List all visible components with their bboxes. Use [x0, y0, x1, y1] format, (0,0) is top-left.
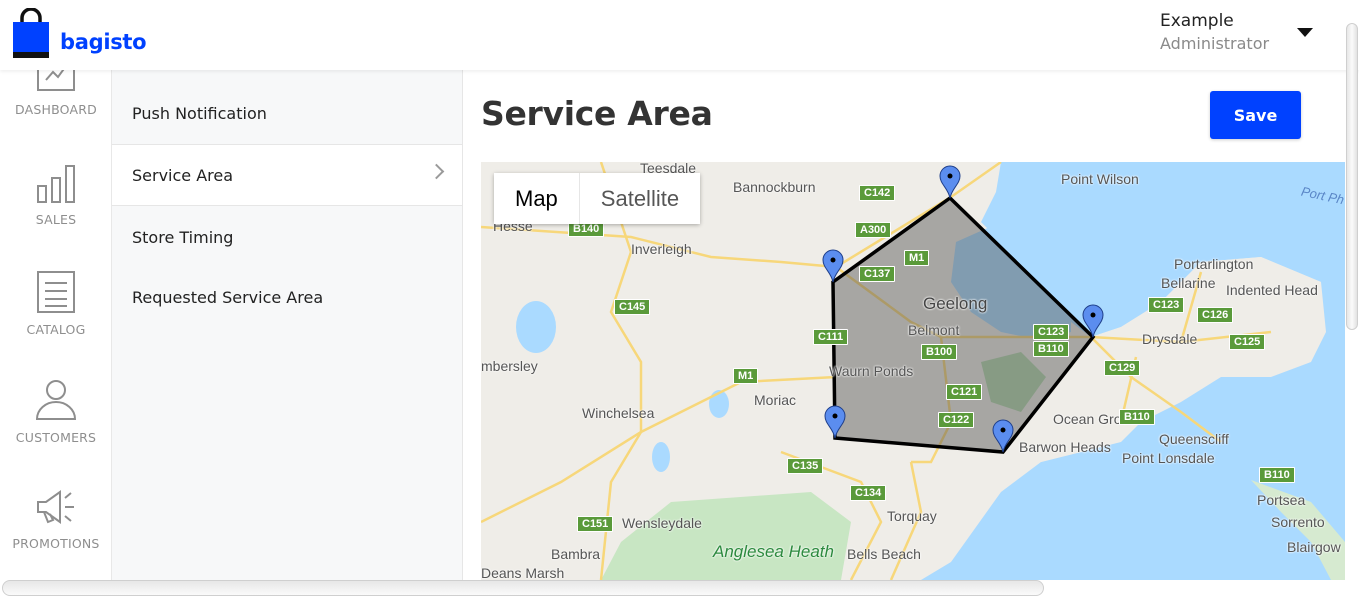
road-shield: C134 [850, 485, 887, 501]
road-shield: B100 [921, 344, 958, 360]
road-shield: B110 [1033, 341, 1069, 357]
anglesea-park [601, 492, 851, 580]
road-shield: C129 [1104, 360, 1141, 376]
road-shield: C125 [1229, 334, 1266, 350]
nav-item-catalog[interactable]: CATALOG [0, 270, 111, 337]
place-label: Deans Marsh [481, 565, 565, 580]
road-shield: A300 [855, 222, 892, 238]
road-shield: C126 [1197, 307, 1234, 323]
subnav-label: Push Notification [132, 103, 267, 123]
road-shield: C122 [938, 412, 975, 428]
user-name: Example [1160, 11, 1234, 31]
road-shield: C145 [614, 299, 651, 315]
place-label: Belmont [908, 322, 960, 338]
road-shield: C135 [787, 458, 824, 474]
place-label: Bannockburn [733, 179, 816, 195]
road-shield: M1 [733, 368, 759, 384]
place-label: Anglesea Heath [713, 542, 834, 561]
top-bar: bagisto Example Administrator [0, 0, 1359, 70]
map-type-control: Map Satellite [494, 173, 701, 224]
place-label: Bambra [551, 546, 601, 562]
place-label: Winchelsea [582, 405, 655, 421]
subnav-item-service-area[interactable]: Service Area [112, 144, 462, 206]
place-label: Moriac [754, 392, 797, 408]
place-label: Point Lonsdale [1122, 450, 1215, 466]
logo[interactable]: bagisto [12, 8, 147, 60]
place-label: Barwon Heads [1019, 439, 1111, 455]
road-shield: B110 [1119, 409, 1155, 425]
subnav-item-store-timing[interactable]: Store Timing [112, 206, 462, 268]
service-area-map[interactable]: Map Satellite Teesdale Bannockburn Point… [481, 162, 1345, 580]
nav-item-sales[interactable]: SALES [0, 164, 111, 227]
road-shield: C111 [813, 329, 849, 345]
place-label: Waurn Ponds [829, 363, 914, 379]
page-title: Service Area [481, 94, 713, 133]
chevron-right-icon [428, 163, 445, 180]
place-label: Bellarine [1161, 275, 1216, 291]
subnav-label: Requested Service Area [132, 287, 324, 307]
main-sidebar: DASHBOARD SALES CATALOG CUSTOMERS PROMOT… [0, 70, 112, 594]
place-label: Queenscliff [1159, 431, 1229, 447]
place-label: Torquay [887, 508, 937, 524]
user-menu[interactable]: Example Administrator [1160, 10, 1269, 56]
nav-label: PROMOTIONS [12, 536, 100, 551]
nav-item-dashboard[interactable]: DASHBOARD [0, 70, 111, 117]
map-type-map-button[interactable]: Map [494, 173, 580, 224]
dashboard-icon [37, 70, 75, 91]
nav-label: DASHBOARD [15, 102, 97, 117]
place-label: Blairgow [1287, 539, 1341, 555]
brand-name: bagisto [60, 30, 147, 54]
catalog-icon [37, 271, 75, 313]
customers-icon [35, 380, 77, 420]
place-label: Indented Head [1226, 282, 1318, 298]
nav-label: CATALOG [26, 322, 86, 337]
subnav-item-push-notification[interactable]: Push Notification [112, 82, 462, 144]
place-label: Portsea [1257, 492, 1306, 508]
road-shield: C151 [577, 516, 614, 532]
road-shield: B110 [1259, 467, 1295, 483]
shopping-bag-logo-icon [13, 8, 49, 58]
main-content: Service Area Save Map Satellite Teesdale… [463, 70, 1359, 594]
user-role: Administrator [1160, 34, 1270, 53]
nav-label: SALES [35, 212, 77, 227]
subnav-label: Store Timing [132, 227, 234, 247]
lake [516, 301, 556, 353]
caret-down-icon[interactable] [1297, 28, 1313, 37]
road-shield: C123 [1033, 324, 1070, 340]
map-type-satellite-button[interactable]: Satellite [579, 173, 701, 224]
nav-item-customers[interactable]: CUSTOMERS [0, 378, 111, 445]
place-label: Wensleydale [622, 515, 702, 531]
place-label: Bells Beach [847, 546, 921, 562]
place-label: Geelong [923, 294, 988, 313]
vertical-scrollbar[interactable] [1346, 23, 1358, 330]
road-shield: C123 [1148, 297, 1185, 313]
sales-icon [37, 165, 75, 203]
place-label: mbersley [481, 358, 538, 374]
road-shield: C137 [859, 266, 896, 282]
place-label: Sorrento [1271, 514, 1325, 530]
nav-label: CUSTOMERS [15, 430, 97, 445]
promotions-icon [37, 490, 74, 524]
road-shield: M1 [904, 250, 930, 266]
place-label: Inverleigh [631, 241, 692, 257]
nav-item-promotions[interactable]: PROMOTIONS [0, 488, 111, 551]
lake [652, 442, 670, 472]
road-shield: C121 [946, 384, 983, 400]
subnav-label: Service Area [132, 165, 234, 185]
place-label: Portarlington [1174, 256, 1254, 272]
place-label: Point Wilson [1061, 171, 1139, 187]
settings-subnav: Push Notification Service Area Store Tim… [112, 70, 463, 594]
save-button[interactable]: Save [1210, 91, 1301, 139]
subnav-item-requested-service-area[interactable]: Requested Service Area [112, 266, 462, 328]
place-label: Drysdale [1142, 331, 1198, 347]
road-shield: C142 [859, 185, 896, 201]
